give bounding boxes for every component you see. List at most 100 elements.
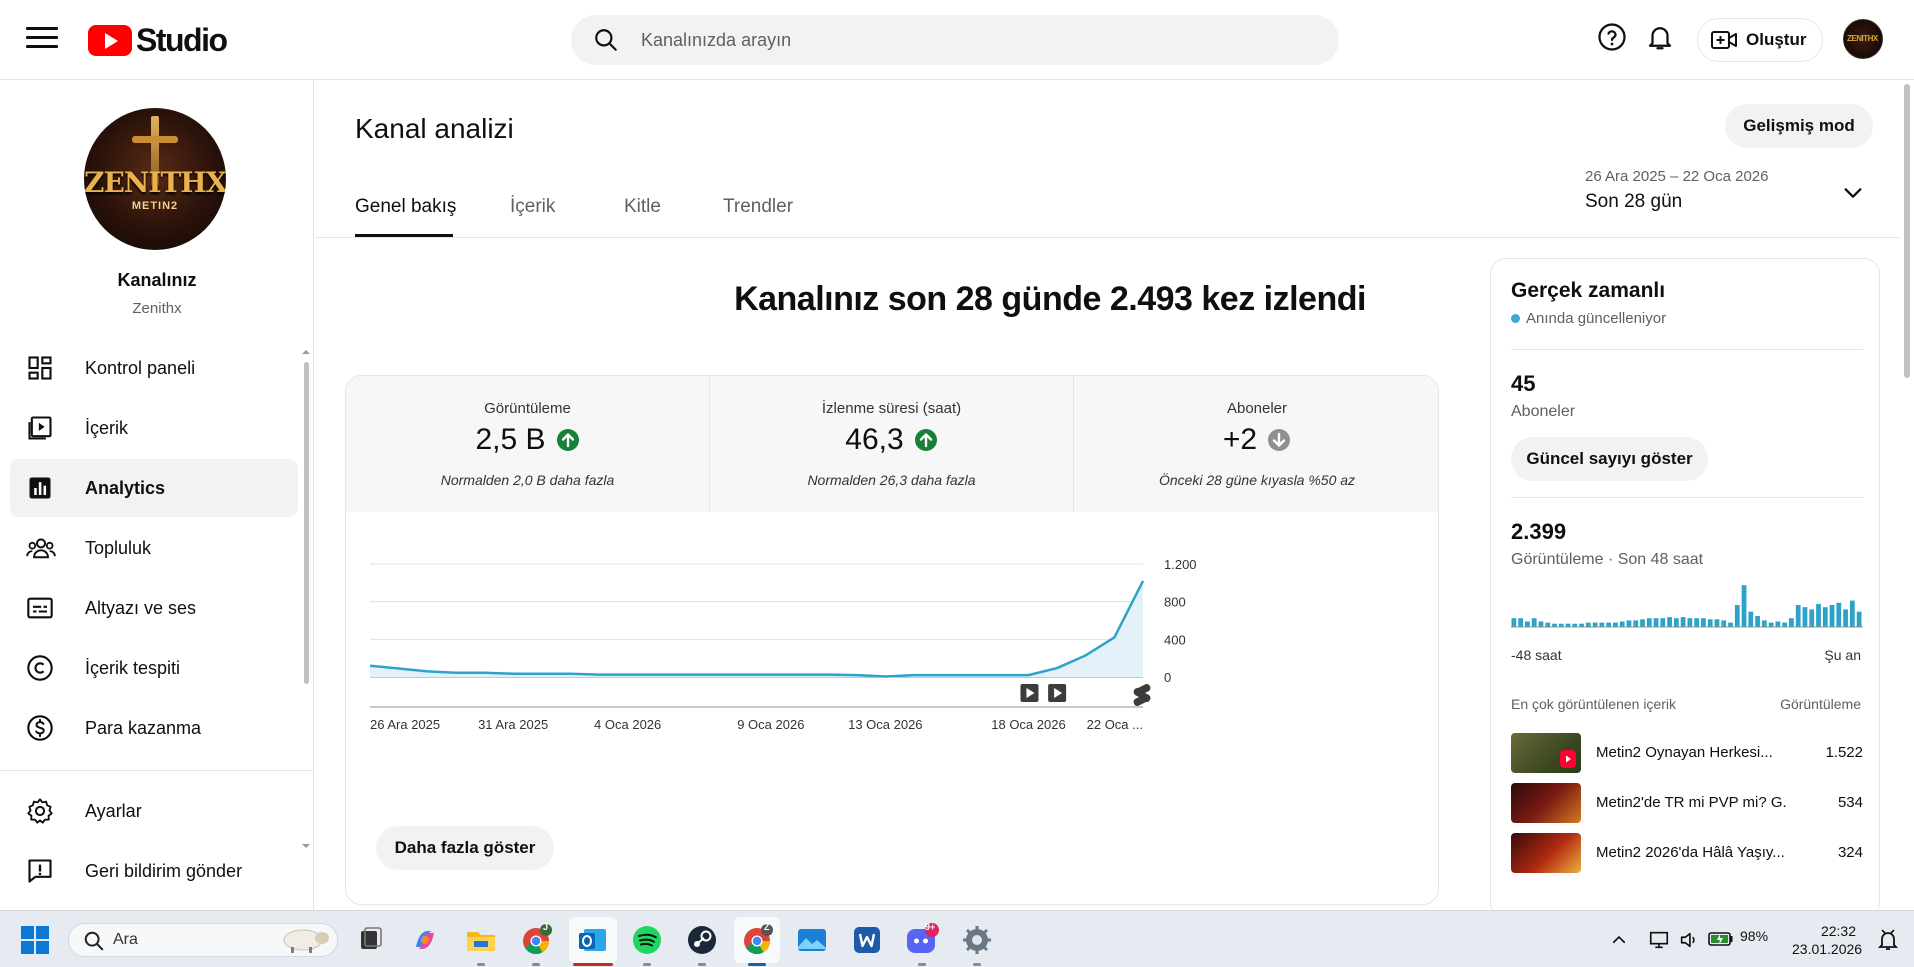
sidebar-item-community[interactable]: Topluluk xyxy=(10,519,298,577)
metric-value-row: 2,5 B xyxy=(346,423,709,457)
clock[interactable]: 22:32 23.01.2026 xyxy=(1792,922,1863,958)
realtime-bar xyxy=(1782,622,1788,627)
advanced-mode-button[interactable]: Gelişmiş mod xyxy=(1725,104,1873,148)
sidebar-item-content[interactable]: İçerik xyxy=(10,399,298,457)
sidebar-scrollbar[interactable] xyxy=(302,348,310,848)
notification-bell-icon[interactable] xyxy=(1876,928,1900,952)
analytics-icon xyxy=(29,477,51,499)
date-range-text[interactable]: 26 Ara 2025 – 22 Oca 2026 xyxy=(1585,168,1768,185)
help-icon[interactable] xyxy=(1597,22,1627,52)
sidebar-item-subtitles[interactable]: Altyazı ve ses xyxy=(10,579,298,637)
taskbar: Ara J Z 9+ 98% 22:32 23.01.2026 xyxy=(0,910,1914,967)
overview-card: Görüntüleme 2,5 B Normalden 2,0 B daha f… xyxy=(345,375,1439,905)
outlook-app[interactable] xyxy=(569,917,617,963)
outlook-icon xyxy=(579,929,606,951)
steam-icon[interactable] xyxy=(685,923,719,957)
views-chart: 1.200 800 400 0 26 Ara 2025 31 Ara 2025 4 Oca … xyxy=(369,557,1197,732)
metric-watch-time[interactable]: İzlenme süresi (saat) 46,3 Normalden 26,… xyxy=(710,376,1074,512)
sidebar-item-analytics[interactable]: Analytics xyxy=(10,459,298,517)
realtime-bar xyxy=(1775,621,1781,627)
page-scroll-thumb[interactable] xyxy=(1904,84,1910,378)
channel-avatar[interactable]: ZENITHX METIN2 xyxy=(84,108,226,250)
scroll-down-icon[interactable] xyxy=(302,842,310,850)
metric-views[interactable]: Görüntüleme 2,5 B Normalden 2,0 B daha f… xyxy=(346,376,710,512)
realtime-bar xyxy=(1836,602,1842,627)
spotify-icon[interactable] xyxy=(630,923,664,957)
tab-overview[interactable]: Genel bakış xyxy=(355,196,456,218)
x-tick-label: 13 Oca 2026 xyxy=(848,717,922,732)
photos-icon[interactable] xyxy=(795,923,829,957)
tablet-app-icon[interactable] xyxy=(850,923,884,957)
top-content-row[interactable]: Metin2'de TR mi PVP mi? G... 534 xyxy=(1511,783,1863,823)
realtime-bar xyxy=(1761,620,1767,627)
notifications-icon[interactable] xyxy=(1645,22,1675,52)
metric-value: 2,5 B xyxy=(475,423,546,456)
taskbar-search[interactable]: Ara xyxy=(68,923,338,957)
show-more-button[interactable]: Daha fazla göster xyxy=(376,826,554,870)
divider xyxy=(1511,349,1863,350)
battery-percent: 98% xyxy=(1740,928,1769,944)
sidebar-divider xyxy=(0,770,314,771)
realtime-bar xyxy=(1518,618,1524,627)
tab-trends[interactable]: Trendler xyxy=(723,196,793,218)
x-tick-label: 22 Oca ... xyxy=(1087,717,1143,732)
chrome-app-2[interactable]: Z xyxy=(734,917,780,963)
sidebar-item-monetization[interactable]: Para kazanma xyxy=(10,699,298,757)
search-icon[interactable] xyxy=(593,27,619,53)
live-dot-icon xyxy=(1511,314,1520,323)
top-content-row[interactable]: Metin2 Oynayan Herkesi... 1.522 xyxy=(1511,733,1863,773)
scroll-up-icon[interactable] xyxy=(302,348,310,356)
realtime-bar xyxy=(1728,622,1733,627)
network-icon[interactable] xyxy=(1648,929,1670,951)
clock-date: 23.01.2026 xyxy=(1792,941,1863,957)
page-scrollbar[interactable] xyxy=(1900,80,1914,910)
task-view-icon[interactable] xyxy=(354,923,388,957)
menu-icon[interactable] xyxy=(26,27,58,53)
realtime-bar xyxy=(1843,609,1848,627)
windows-start-icon[interactable] xyxy=(20,925,50,955)
video-views: 324 xyxy=(1837,844,1863,861)
tray-chevron-up-icon[interactable] xyxy=(1610,931,1628,949)
sidebar-item-label: Altyazı ve ses xyxy=(85,597,197,618)
sidebar-scroll-thumb[interactable] xyxy=(304,362,309,684)
realtime-subtitle: Anında güncelleniyor xyxy=(1511,310,1666,327)
date-range-label[interactable]: Son 28 gün xyxy=(1585,191,1682,213)
sidebar-item-dashboard[interactable]: Kontrol paneli xyxy=(10,339,298,397)
video-views: 534 xyxy=(1837,794,1863,811)
volume-icon[interactable] xyxy=(1678,929,1700,951)
realtime-bar xyxy=(1585,622,1591,627)
show-current-count-button[interactable]: Güncel sayıyı göster xyxy=(1511,437,1708,481)
realtime-subtitle-text: Anında güncelleniyor xyxy=(1526,310,1667,327)
app-running-indicator xyxy=(477,963,485,966)
create-button[interactable]: Oluştur xyxy=(1697,18,1823,62)
sidebar-item-label: Kontrol paneli xyxy=(85,357,196,378)
file-explorer-icon[interactable] xyxy=(464,923,498,957)
copilot-icon[interactable] xyxy=(408,923,442,957)
sheep-icon xyxy=(283,929,329,953)
realtime-bar xyxy=(1626,620,1632,627)
arrow-down-icon xyxy=(1268,429,1291,451)
search-input[interactable] xyxy=(641,15,1301,65)
realtime-bar xyxy=(1734,605,1740,627)
sidebar-item-copyright[interactable]: İçerik tespiti xyxy=(10,639,298,697)
realtime-bar xyxy=(1680,617,1686,627)
realtime-bar xyxy=(1816,603,1821,627)
studio-logo[interactable]: Studio xyxy=(88,22,228,59)
realtime-bar xyxy=(1768,622,1774,627)
metric-note: Normalden 26,3 daha fazla xyxy=(807,472,976,488)
sidebar-item-label: Analytics xyxy=(85,477,166,498)
tab-audience[interactable]: Kitle xyxy=(624,196,661,218)
account-avatar[interactable]: ZENITHX xyxy=(1843,19,1883,59)
app-running-indicator xyxy=(643,963,651,966)
sidebar-item-feedback[interactable]: Geri bildirim gönder xyxy=(10,842,298,900)
tab-content[interactable]: İçerik xyxy=(510,196,555,218)
sidebar-item-settings[interactable]: Ayarlar xyxy=(10,782,298,840)
chevron-down-icon[interactable] xyxy=(1842,182,1864,204)
youtube-logo-icon xyxy=(88,25,132,56)
top-content-row[interactable]: Metin2 2026'da Hâlâ Yaşıy... 324 xyxy=(1511,833,1863,873)
metric-subscribers[interactable]: Aboneler +2 Önceki 28 güne kıyasla %50 a… xyxy=(1074,376,1438,512)
realtime-bar xyxy=(1822,607,1828,627)
realtime-bar xyxy=(1707,619,1713,627)
battery-icon[interactable] xyxy=(1708,930,1734,948)
settings-gear-icon[interactable] xyxy=(960,923,994,957)
